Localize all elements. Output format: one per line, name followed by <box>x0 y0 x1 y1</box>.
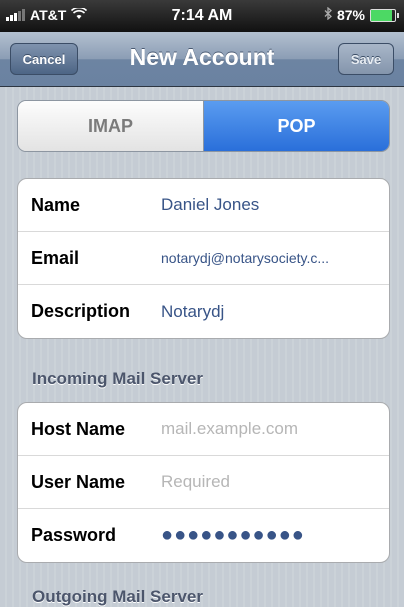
password-row[interactable]: Password ●●●●●●●●●●● <box>18 509 389 562</box>
account-type-segmented-control: IMAP POP <box>17 100 390 152</box>
password-label: Password <box>31 525 117 545</box>
status-bar: AT&T 7:14 AM 87% <box>0 0 404 32</box>
description-field[interactable]: Notarydj <box>161 302 389 322</box>
description-row[interactable]: Description Notarydj <box>18 285 389 338</box>
name-row[interactable]: Name Daniel Jones <box>18 179 389 232</box>
navigation-bar: Cancel New Account Save <box>0 32 404 87</box>
account-info-group: Name Daniel Jones Email notarydj@notarys… <box>17 178 390 339</box>
password-field[interactable]: ●●●●●●●●●●● <box>161 524 389 547</box>
battery-percent: 87% <box>336 7 365 23</box>
segment-pop[interactable]: POP <box>204 101 389 151</box>
host-name-row[interactable]: Host Name mail.example.com <box>18 403 389 456</box>
email-row[interactable]: Email notarydj@notarysociety.c... <box>18 232 389 285</box>
host-name-label: Host Name <box>31 418 126 439</box>
user-name-field[interactable]: Required <box>161 472 389 492</box>
user-name-label: User Name <box>31 471 126 492</box>
battery-fill <box>371 9 392 21</box>
save-button[interactable]: Save <box>338 43 394 75</box>
outgoing-mail-server-header: Outgoing Mail Server <box>32 587 203 606</box>
name-label: Name <box>31 194 81 215</box>
description-label: Description <box>31 301 131 321</box>
bluetooth-icon <box>324 6 332 23</box>
segment-imap[interactable]: IMAP <box>18 101 204 151</box>
email-field[interactable]: notarydj@notarysociety.c... <box>161 250 389 266</box>
incoming-mail-server-header: Incoming Mail Server <box>32 369 203 388</box>
user-name-row[interactable]: User Name Required <box>18 456 389 509</box>
status-bar-right: 87% <box>324 6 399 23</box>
name-field[interactable]: Daniel Jones <box>161 195 389 215</box>
host-name-field[interactable]: mail.example.com <box>161 419 389 439</box>
battery-icon <box>370 8 399 22</box>
email-label: Email <box>31 247 80 268</box>
incoming-server-group: Host Name mail.example.com User Name Req… <box>17 402 390 563</box>
